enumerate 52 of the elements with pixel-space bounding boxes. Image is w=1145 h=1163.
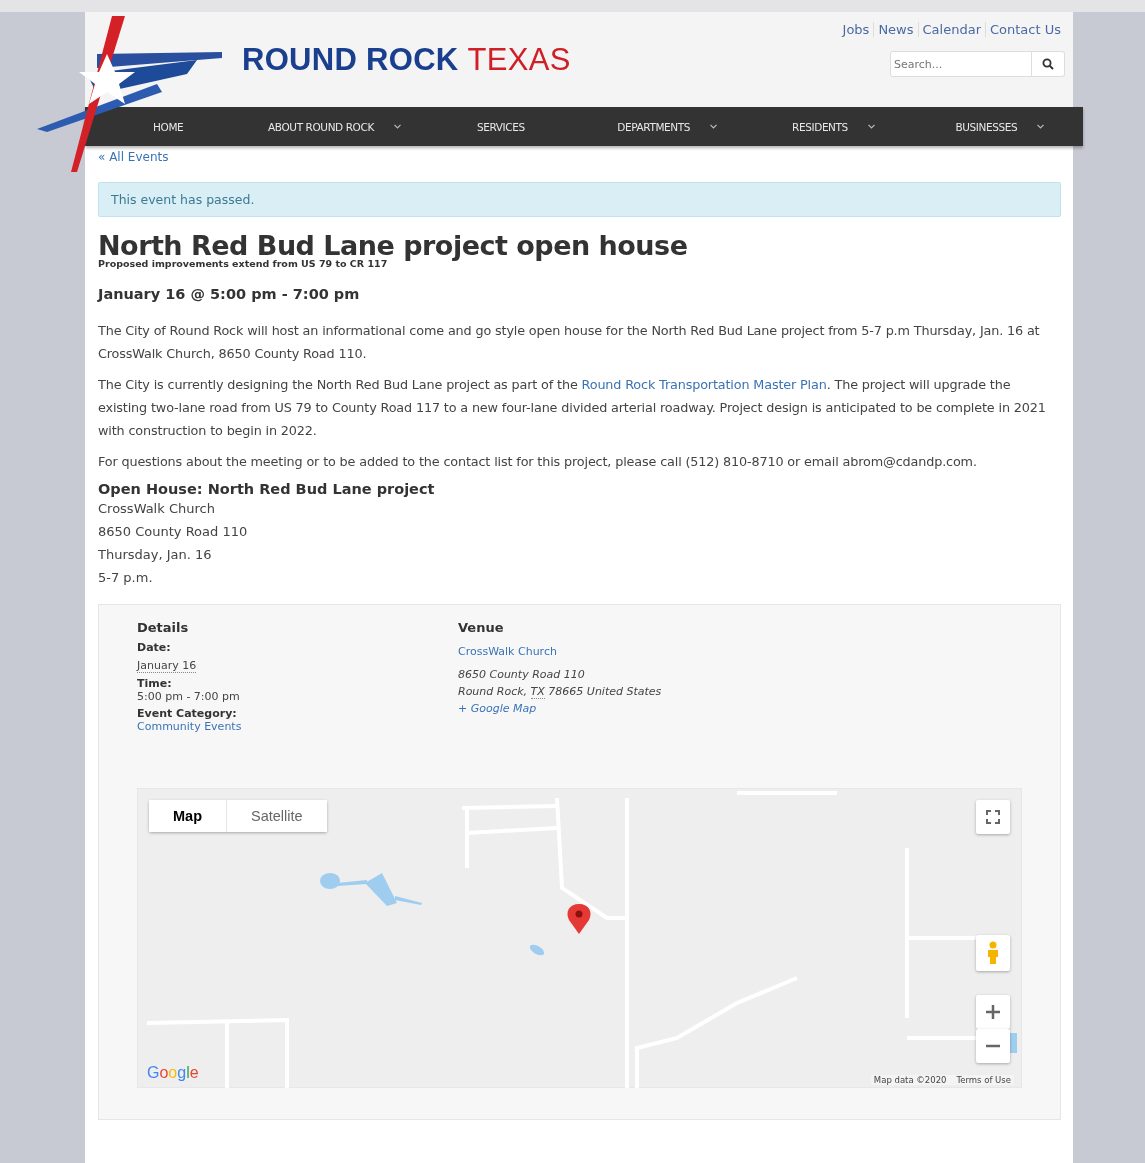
field-value: January 16 [137, 659, 197, 673]
nav-link[interactable]: HOME [153, 120, 184, 133]
venue-link[interactable]: CrossWalk Church [458, 645, 779, 658]
nav-link[interactable]: RESIDENTS [792, 120, 848, 133]
paragraph: For questions about the meeting or to be added to the contact list for this project, please call (512) 810-8710 or email abrom@cdandp.com. [98, 453, 978, 471]
map-type-tab[interactable]: Satellite [226, 800, 327, 832]
info-line: 5-7 p.m. [98, 569, 154, 587]
field-label: Date: [137, 641, 172, 654]
map-link[interactable]: + Google Map [458, 700, 779, 717]
zoom-out-button[interactable] [976, 1029, 1010, 1063]
utility-link[interactable]: Calendar [917, 22, 985, 37]
nav-link[interactable]: BUSINESSES [955, 120, 1018, 133]
map-logo: Google [147, 1064, 199, 1082]
details-heading: Details [137, 620, 190, 635]
utility-link[interactable]: Contact Us [985, 22, 1065, 37]
utility-link[interactable]: Jobs [838, 22, 874, 37]
category-link[interactable]: Community Events [137, 720, 458, 733]
info-line: CrossWalk Church [98, 500, 216, 518]
info-line: Thursday, Jan. 16 [98, 546, 213, 564]
paragraph: The City of Round Rock will host an informational come and go style open house for the North Red Bud Lane project from 5-7 p.m Thursday, Jan. 16 at CrossWalk Church, 8650 County Road 110. [98, 322, 1041, 363]
field-label: Event Category: [137, 707, 238, 720]
notice-banner: This event has passed. [98, 182, 1061, 217]
search-icon [1042, 58, 1054, 70]
map-type-tab[interactable]: Map [149, 800, 226, 832]
map-attribution: Map data ©2020 [873, 1075, 947, 1085]
info-heading: Open House: North Red Bud Lane project [98, 481, 436, 497]
search-button[interactable] [1032, 51, 1065, 77]
paragraph: The City is currently designing the North Red Bud Lane project as part of the Round Rock Transportation Master Plan. The project will upgrade the existing two-lane road from US 79 to County Road 117 to a new four-lane divided arterial roadway. Project design is anticipated to be complete in 2021 with construction to begin in 2022. [98, 376, 1047, 440]
plus-icon [986, 1005, 1000, 1019]
address-line: Round Rock, TX 78665 United States [458, 684, 663, 700]
minus-icon [986, 1044, 1000, 1048]
address-line: 8650 County Road 110 [458, 667, 586, 683]
zoom-in-button[interactable] [976, 995, 1010, 1029]
inline-link[interactable]: Round Rock Transportation Master Plan [581, 377, 827, 392]
nav-link[interactable]: SERVICES [476, 120, 525, 133]
venue-heading: Venue [458, 620, 505, 635]
event-subtitle: Proposed improvements extend from US 79 to CR 117 [98, 258, 389, 269]
event-title: North Red Bud Lane project open house [98, 230, 689, 261]
back-link[interactable]: « All Events [98, 150, 1061, 164]
person-icon [986, 941, 1000, 965]
fullscreen-icon [986, 810, 1000, 824]
nav-link[interactable]: ABOUT ROUND ROCK [268, 120, 374, 133]
info-line: 8650 County Road 110 [98, 523, 249, 541]
terms-link[interactable]: Terms of Use [956, 1075, 1011, 1085]
nav-link[interactable]: DEPARTMENTS [617, 120, 691, 133]
utility-link[interactable]: News [873, 22, 918, 37]
fullscreen-button[interactable] [976, 800, 1010, 834]
site-logo-text[interactable]: ROUND ROCK TEXAS [242, 42, 571, 78]
search-field[interactable]: Search... [890, 51, 1032, 77]
event-datetime: January 16 @ 5:00 pm - 7:00 pm [98, 286, 361, 302]
field-label: Time: [137, 677, 173, 690]
field-value: 5:00 pm - 7:00 pm [137, 690, 241, 703]
